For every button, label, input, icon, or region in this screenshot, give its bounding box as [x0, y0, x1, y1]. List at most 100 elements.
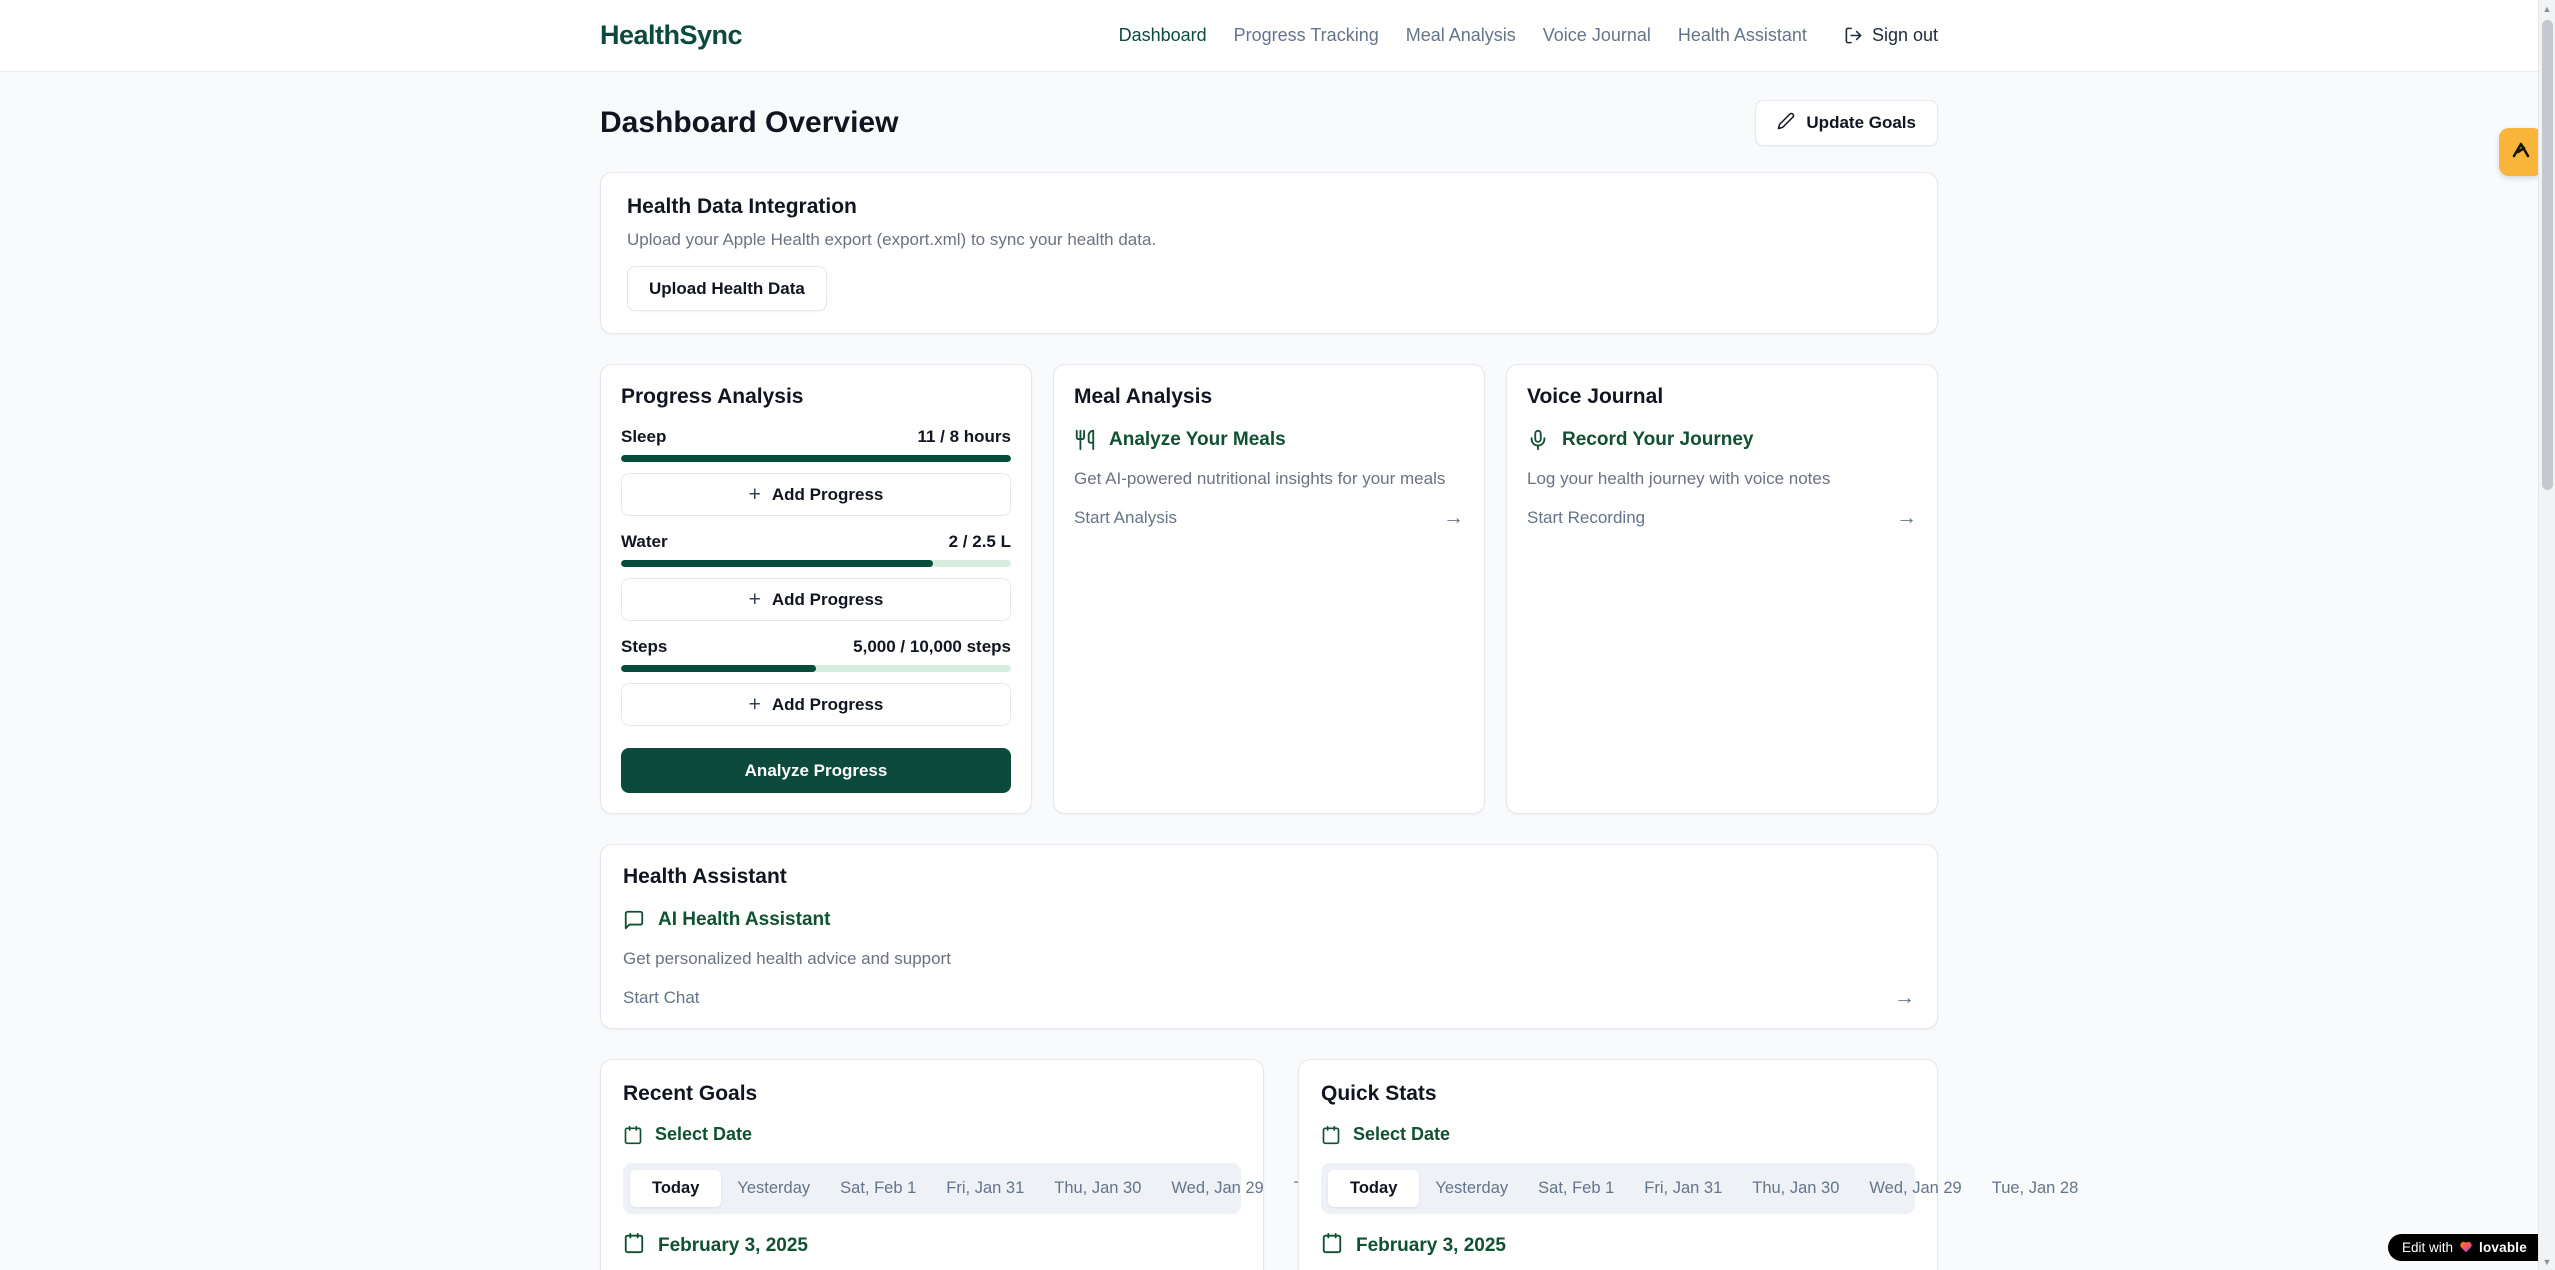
health-data-description: Upload your Apple Health export (export.… [627, 230, 1911, 250]
start-chat-label: Start Chat [623, 988, 700, 1008]
start-analysis-label: Start Analysis [1074, 508, 1177, 528]
meal-analysis-title: Meal Analysis [1074, 385, 1464, 409]
steps-progress-bar [621, 665, 1011, 672]
ai-health-assistant-link[interactable]: AI Health Assistant [623, 909, 1915, 931]
page-title: Dashboard Overview [600, 106, 898, 140]
nav-dashboard[interactable]: Dashboard [1119, 25, 1207, 46]
tab-wed-jan-29[interactable]: Wed, Jan 29 [1157, 1170, 1277, 1207]
app-logo[interactable]: HealthSync [600, 20, 742, 51]
scroll-down-arrow[interactable]: ▼ [2539, 1253, 2555, 1270]
top-navbar: HealthSync Dashboard Progress Tracking M… [0, 0, 2538, 72]
analyze-your-meals-label: Analyze Your Meals [1109, 429, 1286, 451]
nav-meal-analysis[interactable]: Meal Analysis [1406, 25, 1516, 46]
tab-sat-feb-1[interactable]: Sat, Feb 1 [1524, 1170, 1628, 1207]
start-recording-action[interactable]: Start Recording → [1527, 507, 1917, 528]
nav-voice-journal[interactable]: Voice Journal [1543, 25, 1651, 46]
tab-thu-jan-30[interactable]: Thu, Jan 30 [1738, 1170, 1853, 1207]
health-assistant-title: Health Assistant [623, 865, 1915, 889]
sleep-progress-fill [621, 455, 1011, 462]
update-goals-button[interactable]: Update Goals [1755, 100, 1938, 146]
current-date-label: February 3, 2025 [1356, 1235, 1506, 1257]
add-progress-steps-button[interactable]: + Add Progress [621, 683, 1011, 726]
recent-goals-current-date: February 3, 2025 [623, 1232, 1241, 1260]
side-toolbar-button[interactable] [2499, 128, 2543, 176]
nav-health-assistant[interactable]: Health Assistant [1678, 25, 1807, 46]
sign-out-label: Sign out [1872, 25, 1938, 46]
scrollbar-thumb[interactable] [2542, 20, 2553, 490]
sign-out-icon [1844, 26, 1863, 45]
meal-analysis-description: Get AI-powered nutritional insights for … [1074, 469, 1464, 489]
start-recording-label: Start Recording [1527, 508, 1645, 528]
start-analysis-action[interactable]: Start Analysis → [1074, 507, 1464, 528]
metric-water: Water 2 / 2.5 L + Add Progress [621, 532, 1011, 621]
add-progress-sleep-button[interactable]: + Add Progress [621, 473, 1011, 516]
plus-icon: + [749, 694, 761, 715]
quick-stats-card: Quick Stats Select Date Today Yesterday … [1298, 1059, 1938, 1270]
tab-yesterday[interactable]: Yesterday [1421, 1170, 1522, 1207]
calendar-icon [1321, 1125, 1341, 1145]
health-data-title: Health Data Integration [627, 195, 1911, 219]
upload-health-data-button[interactable]: Upload Health Data [627, 266, 827, 311]
recent-goals-date-tabs: Today Yesterday Sat, Feb 1 Fri, Jan 31 T… [623, 1163, 1241, 1214]
add-progress-water-button[interactable]: + Add Progress [621, 578, 1011, 621]
select-date-label: Select Date [1353, 1124, 1450, 1145]
progress-analysis-card: Progress Analysis Sleep 11 / 8 hours + A… [600, 364, 1032, 814]
utensils-icon [1074, 429, 1096, 451]
ai-health-assistant-label: AI Health Assistant [658, 909, 830, 931]
scroll-up-arrow[interactable]: ▲ [2539, 0, 2555, 17]
steps-progress-fill [621, 665, 816, 672]
lovable-mountain-icon [2509, 138, 2533, 167]
quick-stats-title: Quick Stats [1321, 1082, 1915, 1106]
metric-value: 2 / 2.5 L [949, 532, 1011, 552]
sign-out-button[interactable]: Sign out [1844, 25, 1938, 46]
edit-with-lovable-badge[interactable]: Edit with lovable × [2388, 1234, 2555, 1261]
health-assistant-card: Health Assistant AI Health Assistant Get… [600, 844, 1938, 1029]
current-date-label: February 3, 2025 [658, 1235, 808, 1257]
recent-goals-title: Recent Goals [623, 1082, 1241, 1106]
arrow-right-icon: → [1443, 507, 1464, 528]
start-chat-action[interactable]: Start Chat → [623, 987, 1915, 1008]
water-progress-bar [621, 560, 1011, 567]
recent-goals-card: Recent Goals Select Date Today Yesterday… [600, 1059, 1264, 1270]
tab-fri-jan-31[interactable]: Fri, Jan 31 [1630, 1170, 1736, 1207]
metric-label: Sleep [621, 427, 666, 447]
calendar-icon [623, 1125, 643, 1145]
tab-wed-jan-29[interactable]: Wed, Jan 29 [1855, 1170, 1975, 1207]
plus-icon: + [749, 589, 761, 610]
calendar-icon [623, 1232, 645, 1260]
pencil-icon [1777, 112, 1795, 135]
record-your-journey-link[interactable]: Record Your Journey [1527, 429, 1917, 451]
nav-progress-tracking[interactable]: Progress Tracking [1234, 25, 1379, 46]
tab-thu-jan-30[interactable]: Thu, Jan 30 [1040, 1170, 1155, 1207]
tab-today[interactable]: Today [630, 1170, 721, 1207]
metric-sleep: Sleep 11 / 8 hours + Add Progress [621, 427, 1011, 516]
health-data-integration-card: Health Data Integration Upload your Appl… [600, 172, 1938, 334]
recent-goals-select-date[interactable]: Select Date [623, 1124, 1241, 1145]
analyze-your-meals-link[interactable]: Analyze Your Meals [1074, 429, 1464, 451]
quick-stats-select-date[interactable]: Select Date [1321, 1124, 1915, 1145]
progress-analysis-title: Progress Analysis [621, 385, 1011, 409]
vertical-scrollbar[interactable]: ▲ ▼ [2538, 0, 2555, 1270]
update-goals-label: Update Goals [1806, 113, 1916, 133]
calendar-icon [1321, 1232, 1343, 1260]
arrow-right-icon: → [1896, 507, 1917, 528]
select-date-label: Select Date [655, 1124, 752, 1145]
metric-value: 11 / 8 hours [917, 427, 1011, 447]
metric-steps: Steps 5,000 / 10,000 steps + Add Progres… [621, 637, 1011, 726]
add-progress-label: Add Progress [772, 695, 883, 715]
tab-tue-jan-28[interactable]: Tue, Jan 28 [1978, 1170, 2093, 1207]
tab-today[interactable]: Today [1328, 1170, 1419, 1207]
metric-value: 5,000 / 10,000 steps [853, 637, 1011, 657]
lovable-brand-label: lovable [2479, 1240, 2527, 1255]
tab-sat-feb-1[interactable]: Sat, Feb 1 [826, 1170, 930, 1207]
quick-stats-date-tabs: Today Yesterday Sat, Feb 1 Fri, Jan 31 T… [1321, 1163, 1915, 1214]
health-assistant-description: Get personalized health advice and suppo… [623, 949, 1915, 969]
main-nav: Dashboard Progress Tracking Meal Analysi… [1119, 25, 1938, 46]
tab-fri-jan-31[interactable]: Fri, Jan 31 [932, 1170, 1038, 1207]
record-your-journey-label: Record Your Journey [1562, 429, 1753, 451]
water-progress-fill [621, 560, 933, 567]
analyze-progress-button[interactable]: Analyze Progress [621, 748, 1011, 793]
microphone-icon [1527, 429, 1549, 451]
voice-journal-card: Voice Journal Record Your Journey Log yo… [1506, 364, 1938, 814]
tab-yesterday[interactable]: Yesterday [723, 1170, 824, 1207]
